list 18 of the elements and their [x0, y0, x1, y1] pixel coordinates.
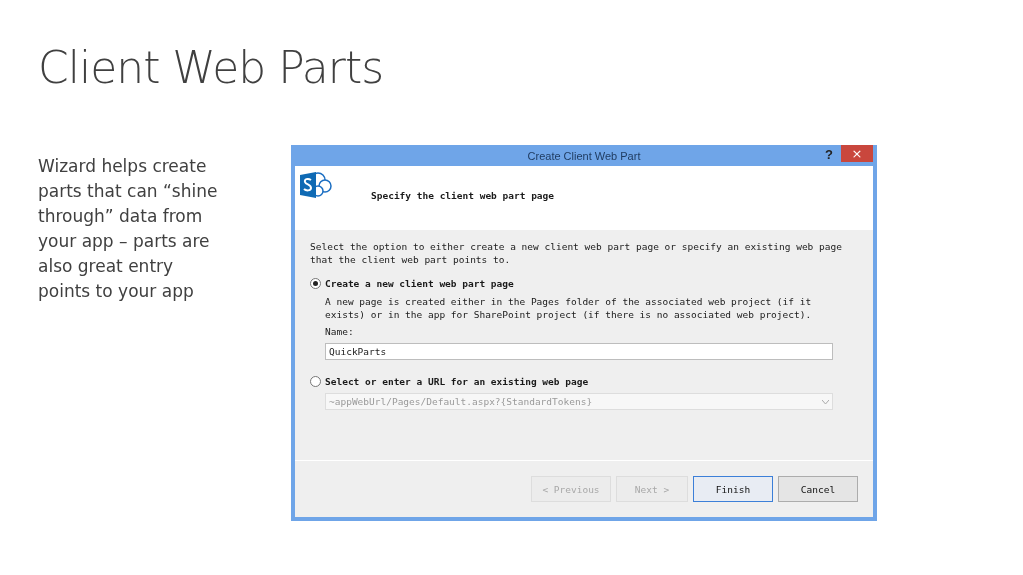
instructions-text: Select the option to either create a new client web part page or specify an existing web page that the client web part points to.	[310, 240, 843, 266]
dialog-button[interactable]: Cancel	[778, 476, 858, 502]
page-heading: Specify the client web part page	[371, 190, 555, 203]
radio-button[interactable]	[310, 278, 321, 289]
option-label[interactable]: Select or enter a URL for an existing web page	[325, 376, 589, 387]
name-input-field[interactable]: QuickParts	[325, 343, 833, 360]
slide-body-text: Wizard helps create parts that can “shine through” data from your app – parts are also great entry points to your app	[38, 155, 219, 303]
field-label: Name:	[325, 326, 355, 337]
slide-title: Client Web Parts	[38, 41, 385, 95]
radio-button[interactable]	[310, 376, 321, 387]
sharepoint-logo-icon	[300, 172, 334, 198]
chevron-down-icon	[822, 399, 829, 404]
dialog-button[interactable]: Finish	[693, 476, 773, 502]
option-label[interactable]: Create a new client web part page	[325, 278, 514, 289]
close-button[interactable]: ×	[841, 145, 873, 162]
window-title: Create Client Web Part	[527, 149, 641, 162]
option-description: A new page is created either in the Pages folder of the associated web project (if it exists) or in the app for SharePoint project (if there is no associated web project).	[325, 295, 813, 321]
help-button[interactable]: ?	[825, 147, 833, 162]
